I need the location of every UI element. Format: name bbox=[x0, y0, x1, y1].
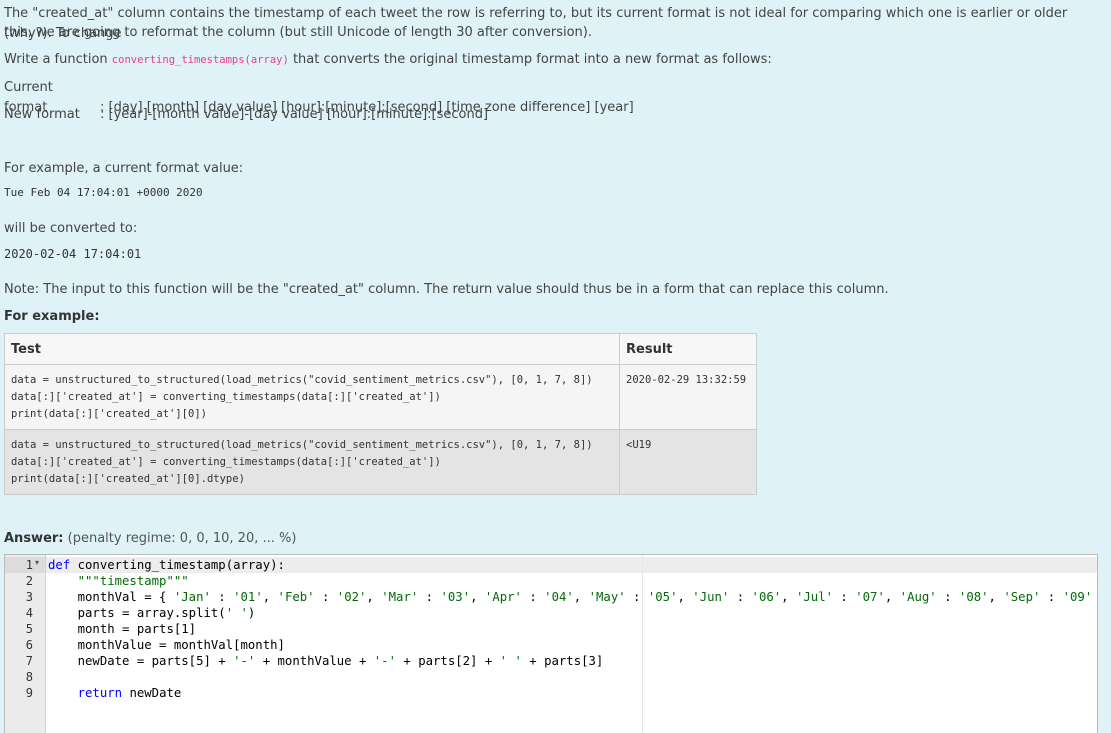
month-key: 'Aug' bbox=[900, 590, 937, 604]
month-value: '05' bbox=[648, 590, 678, 604]
test-column-header: Test bbox=[5, 334, 620, 365]
line-number: 5 bbox=[7, 621, 33, 637]
example-text: For example, a current format value: bbox=[4, 159, 243, 179]
code-line-7[interactable]: newDate = parts[5] + '-' + monthValue + … bbox=[48, 653, 603, 669]
code-line-5[interactable]: month = parts[1] bbox=[48, 621, 196, 637]
result-column-header: Result bbox=[620, 334, 757, 365]
code-editor[interactable]: 1 ▾ 2 3 4 5 6 7 8 9 def converting_times… bbox=[4, 554, 1098, 733]
line-number: 2 bbox=[7, 573, 33, 589]
function-name-code: converting_timestamps(array) bbox=[112, 54, 289, 66]
table-row: data = unstructured_to_structured(load_m… bbox=[5, 365, 757, 430]
converted-text: will be converted to: bbox=[4, 219, 137, 239]
editor-gutter: 1 ▾ 2 3 4 5 6 7 8 9 bbox=[5, 555, 46, 733]
month-value: '08' bbox=[959, 590, 989, 604]
month-value: '03' bbox=[440, 590, 470, 604]
line-number: 1 bbox=[7, 557, 33, 573]
line-number: 7 bbox=[7, 653, 33, 669]
month-value: '01' bbox=[233, 590, 263, 604]
month-key: 'Jan' bbox=[174, 590, 211, 604]
fold-arrow-icon[interactable]: ▾ bbox=[35, 558, 39, 567]
line-number: 6 bbox=[7, 637, 33, 653]
month-value: '09' bbox=[1063, 590, 1093, 604]
result-cell: <U19 bbox=[620, 430, 757, 495]
answer-label: Answer: bbox=[4, 531, 64, 546]
answer-heading: Answer: (penalty regime: 0, 0, 10, 20, .… bbox=[4, 531, 296, 546]
code-line-4[interactable]: parts = array.split(' ') bbox=[48, 605, 255, 621]
test-code-cell: data = unstructured_to_structured(load_m… bbox=[5, 365, 620, 430]
print-margin bbox=[642, 555, 643, 733]
new-format-line: New format: [year]-[month value]-[day va… bbox=[4, 105, 488, 125]
month-value: '07' bbox=[855, 590, 885, 604]
tests-table: Test Result data = unstructured_to_struc… bbox=[4, 333, 757, 495]
month-value: '06' bbox=[752, 590, 782, 604]
month-key: 'Mar' bbox=[381, 590, 418, 604]
penalty-regime: (penalty regime: 0, 0, 10, 20, ... %) bbox=[68, 531, 297, 546]
code-line-1[interactable]: def converting_timestamp(array): bbox=[48, 557, 285, 573]
code-line-6[interactable]: monthValue = monthVal[month] bbox=[48, 637, 285, 653]
line-number: 9 bbox=[7, 685, 33, 701]
for-example-heading: For example: bbox=[4, 307, 100, 327]
write-function-text: Write a function converting_timestamps(a… bbox=[4, 50, 772, 70]
code-line-9[interactable]: return newDate bbox=[48, 685, 181, 701]
month-value: '04' bbox=[544, 590, 574, 604]
line-number: 8 bbox=[7, 669, 33, 685]
month-key: 'May' bbox=[589, 590, 626, 604]
line-number: 3 bbox=[7, 589, 33, 605]
new-format-label: New format bbox=[4, 105, 100, 125]
tests-table-header: Test Result bbox=[5, 334, 757, 365]
month-value: '02' bbox=[337, 590, 367, 604]
code-line-3[interactable]: monthVal = { 'Jan' : '01', 'Feb' : '02',… bbox=[48, 589, 1092, 605]
code-line-2[interactable]: """timestamp""" bbox=[48, 573, 189, 589]
month-key: 'Jul' bbox=[796, 590, 833, 604]
new-format-value: : [year]-[month value]-[day value] [hour… bbox=[100, 107, 488, 122]
intro-line-2: this, we are going to reformat the colum… bbox=[4, 23, 592, 43]
test-code-cell: data = unstructured_to_structured(load_m… bbox=[5, 430, 620, 495]
note-text: Note: The input to this function will be… bbox=[4, 280, 889, 300]
result-cell: 2020-02-29 13:32:59 bbox=[620, 365, 757, 430]
month-key: 'Sep' bbox=[1003, 590, 1040, 604]
month-key: 'Apr' bbox=[485, 590, 522, 604]
question-box: The "created_at" column contains the tim… bbox=[0, 0, 1111, 732]
month-key: 'Jun' bbox=[692, 590, 729, 604]
example-output-code: 2020-02-04 17:04:01 bbox=[4, 244, 141, 264]
line-number: 4 bbox=[7, 605, 33, 621]
example-input-code: Tue Feb 04 17:04:01 +0000 2020 bbox=[4, 183, 203, 203]
month-key: 'Feb' bbox=[278, 590, 315, 604]
table-row: data = unstructured_to_structured(load_m… bbox=[5, 430, 757, 495]
